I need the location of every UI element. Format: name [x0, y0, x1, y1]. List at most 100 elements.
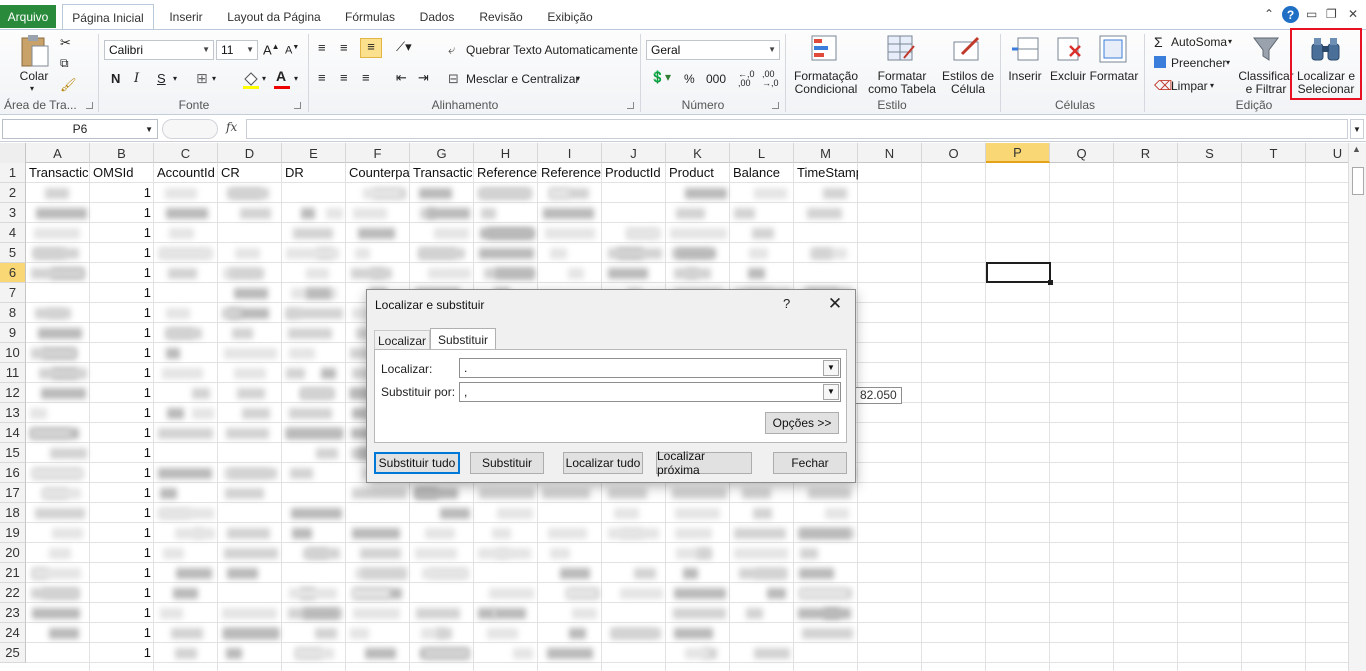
- format-as-table-button[interactable]: Formatar como Tabela: [864, 70, 940, 96]
- close-workbook-icon[interactable]: ✕: [1348, 7, 1358, 21]
- align-bottom-icon[interactable]: ≡: [360, 38, 382, 58]
- decrease-decimal-icon[interactable]: ,00 →,0: [762, 70, 779, 88]
- row-header-19[interactable]: 19: [0, 523, 26, 543]
- dialog-help-icon[interactable]: ?: [783, 296, 790, 311]
- header-cell[interactable]: Product: [669, 163, 730, 183]
- tab-view[interactable]: Exibição: [542, 6, 598, 28]
- row-header-12[interactable]: 12: [0, 383, 26, 403]
- formula-input[interactable]: [246, 119, 1348, 139]
- decrease-font-icon[interactable]: A▼: [285, 44, 299, 57]
- format-cells-button[interactable]: Formatar: [1088, 70, 1140, 83]
- merge-dropdown-icon[interactable]: ▾: [576, 74, 580, 83]
- clear-button[interactable]: Limpar: [1171, 79, 1208, 93]
- borders-icon[interactable]: ⊞: [196, 70, 208, 87]
- column-header-n[interactable]: N: [858, 143, 922, 163]
- scroll-thumb[interactable]: [1352, 167, 1364, 195]
- select-all-corner[interactable]: [0, 143, 26, 163]
- omsid-cell[interactable]: 1: [90, 623, 154, 643]
- omsid-cell[interactable]: 1: [90, 323, 154, 343]
- tab-find[interactable]: Localizar: [374, 330, 430, 350]
- tab-replace[interactable]: Substituir: [430, 328, 496, 350]
- column-header-c[interactable]: C: [154, 143, 218, 163]
- clipboard-launcher-icon[interactable]: [86, 102, 93, 109]
- row-header-17[interactable]: 17: [0, 483, 26, 503]
- tab-review[interactable]: Revisão: [474, 6, 528, 28]
- column-header-r[interactable]: R: [1114, 143, 1178, 163]
- column-header-e[interactable]: E: [282, 143, 346, 163]
- fill-dropdown-icon[interactable]: ▾: [1226, 58, 1230, 67]
- header-cell[interactable]: ProductId: [605, 163, 666, 183]
- omsid-cell[interactable]: 1: [90, 283, 154, 303]
- thousands-button[interactable]: 000: [706, 72, 726, 86]
- fill-color-icon[interactable]: [241, 70, 261, 90]
- row-header-24[interactable]: 24: [0, 623, 26, 643]
- font-color-icon[interactable]: A: [276, 68, 286, 84]
- find-select-button[interactable]: Localizar e Selecionar: [1292, 70, 1360, 96]
- row-header-22[interactable]: 22: [0, 583, 26, 603]
- column-header-o[interactable]: O: [922, 143, 986, 163]
- omsid-cell[interactable]: 1: [90, 643, 154, 663]
- column-header-u[interactable]: U: [1306, 143, 1348, 163]
- header-cell[interactable]: OMSId: [93, 163, 154, 183]
- scroll-up-icon[interactable]: ▲: [1352, 144, 1361, 154]
- align-right-icon[interactable]: ≡: [362, 70, 370, 85]
- omsid-cell[interactable]: 1: [90, 223, 154, 243]
- row-header-3[interactable]: 3: [0, 203, 26, 223]
- row-header-1[interactable]: 1: [0, 163, 26, 183]
- orientation-icon[interactable]: ⟋▾: [396, 39, 412, 55]
- row-header-7[interactable]: 7: [0, 283, 26, 303]
- copy-icon[interactable]: ⧉: [60, 56, 69, 71]
- align-middle-icon[interactable]: ≡: [340, 40, 348, 55]
- font-launcher-icon[interactable]: [294, 102, 301, 109]
- percent-button[interactable]: %: [684, 72, 695, 86]
- column-header-i[interactable]: I: [538, 143, 602, 163]
- minimize-ribbon-icon[interactable]: ⌃: [1264, 7, 1274, 21]
- row-header-14[interactable]: 14: [0, 423, 26, 443]
- row-header-8[interactable]: 8: [0, 303, 26, 323]
- header-cell[interactable]: Reference: [477, 163, 538, 183]
- replace-input[interactable]: , ▼: [459, 382, 841, 402]
- replace-button[interactable]: Substituir: [470, 452, 544, 474]
- column-header-a[interactable]: A: [26, 143, 90, 163]
- row-header-6[interactable]: 6: [0, 263, 26, 283]
- conditional-formatting-button[interactable]: Formatação Condicional: [790, 70, 862, 96]
- borders-dropdown-icon[interactable]: ▾: [212, 74, 216, 83]
- tab-insert[interactable]: Inserir: [160, 6, 212, 28]
- insert-cells-button[interactable]: Inserir: [1004, 70, 1046, 83]
- align-top-icon[interactable]: ≡: [318, 40, 326, 55]
- tab-home[interactable]: Página Inicial: [62, 4, 154, 30]
- row-header-20[interactable]: 20: [0, 543, 26, 563]
- row-header-10[interactable]: 10: [0, 343, 26, 363]
- row-header-21[interactable]: 21: [0, 563, 26, 583]
- omsid-cell[interactable]: 1: [90, 243, 154, 263]
- restore-window-icon[interactable]: ❐: [1326, 7, 1337, 21]
- number-format-combo[interactable]: Geral ▼: [646, 40, 780, 60]
- formula-bar-splitter[interactable]: [162, 119, 218, 139]
- align-left-icon[interactable]: ≡: [318, 70, 326, 85]
- header-cell[interactable]: Balance: [733, 163, 794, 183]
- options-button[interactable]: Opções >>: [765, 412, 839, 434]
- font-name-combo[interactable]: Calibri ▼: [104, 40, 214, 60]
- omsid-cell[interactable]: 1: [90, 543, 154, 563]
- replace-all-button[interactable]: Substituir tudo: [374, 452, 460, 474]
- row-header-25[interactable]: 25: [0, 643, 26, 663]
- currency-icon[interactable]: 💲▾: [650, 70, 671, 84]
- header-cell[interactable]: Reference: [541, 163, 602, 183]
- name-box[interactable]: P6 ▼: [2, 119, 158, 139]
- omsid-cell[interactable]: 1: [90, 483, 154, 503]
- header-cell[interactable]: AccountId: [157, 163, 218, 183]
- cut-icon[interactable]: ✂: [60, 35, 71, 51]
- omsid-cell[interactable]: 1: [90, 343, 154, 363]
- column-header-p[interactable]: P: [986, 143, 1050, 163]
- omsid-cell[interactable]: 1: [90, 303, 154, 323]
- insert-function-icon[interactable]: fx: [226, 120, 237, 134]
- row-header-2[interactable]: 2: [0, 183, 26, 203]
- omsid-cell[interactable]: 1: [90, 523, 154, 543]
- merge-center-button[interactable]: Mesclar e Centralizar: [466, 72, 579, 86]
- omsid-cell[interactable]: 1: [90, 503, 154, 523]
- decrease-indent-icon[interactable]: ⇤: [396, 70, 407, 86]
- column-header-j[interactable]: J: [602, 143, 666, 163]
- header-cell[interactable]: Transactic: [29, 163, 90, 183]
- font-color-dropdown-icon[interactable]: ▾: [294, 74, 298, 83]
- column-header-s[interactable]: S: [1178, 143, 1242, 163]
